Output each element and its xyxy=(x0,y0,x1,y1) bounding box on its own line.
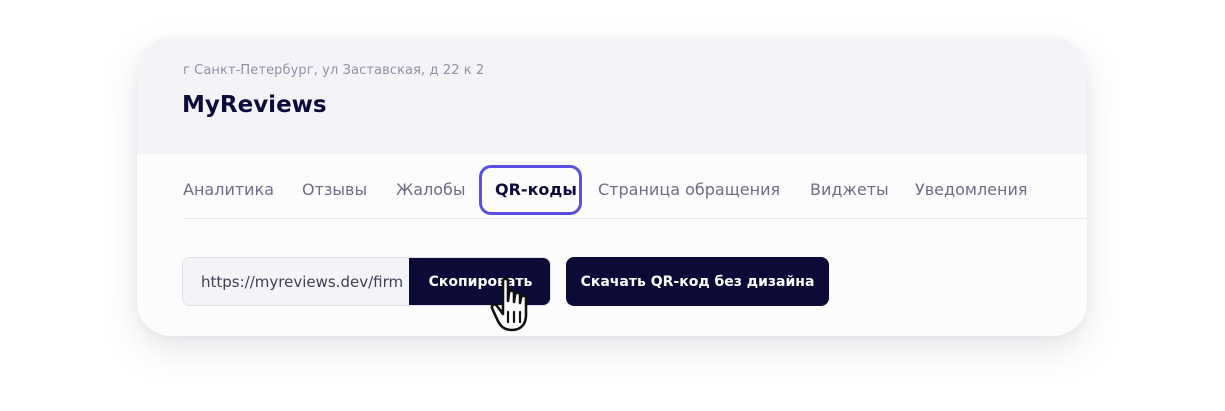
download-qr-button[interactable]: Скачать QR-код без дизайна xyxy=(566,257,829,306)
tab-complaints[interactable]: Жалобы xyxy=(396,180,466,199)
tab-bar: Аналитика Отзывы Жалобы QR-коды Страница… xyxy=(183,154,1087,219)
link-copy-group: Скопировать xyxy=(182,257,551,306)
tab-contact-page[interactable]: Страница обращения xyxy=(598,180,780,199)
link-input[interactable] xyxy=(183,258,409,305)
tab-reviews[interactable]: Отзывы xyxy=(302,180,367,199)
organization-title: MyReviews xyxy=(182,92,327,118)
organization-address: г Санкт-Петербург, ул Заставская, д 22 к… xyxy=(183,63,485,78)
active-tab-highlight xyxy=(479,165,582,215)
screen: г Санкт-Петербург, ул Заставская, д 22 к… xyxy=(0,0,1225,411)
card-header: г Санкт-Петербург, ул Заставская, д 22 к… xyxy=(137,38,1087,154)
tab-notifications[interactable]: Уведомления xyxy=(915,180,1028,199)
copy-button[interactable]: Скопировать xyxy=(409,258,550,305)
tab-widgets[interactable]: Виджеты xyxy=(810,180,889,199)
tab-analytics[interactable]: Аналитика xyxy=(183,180,274,199)
